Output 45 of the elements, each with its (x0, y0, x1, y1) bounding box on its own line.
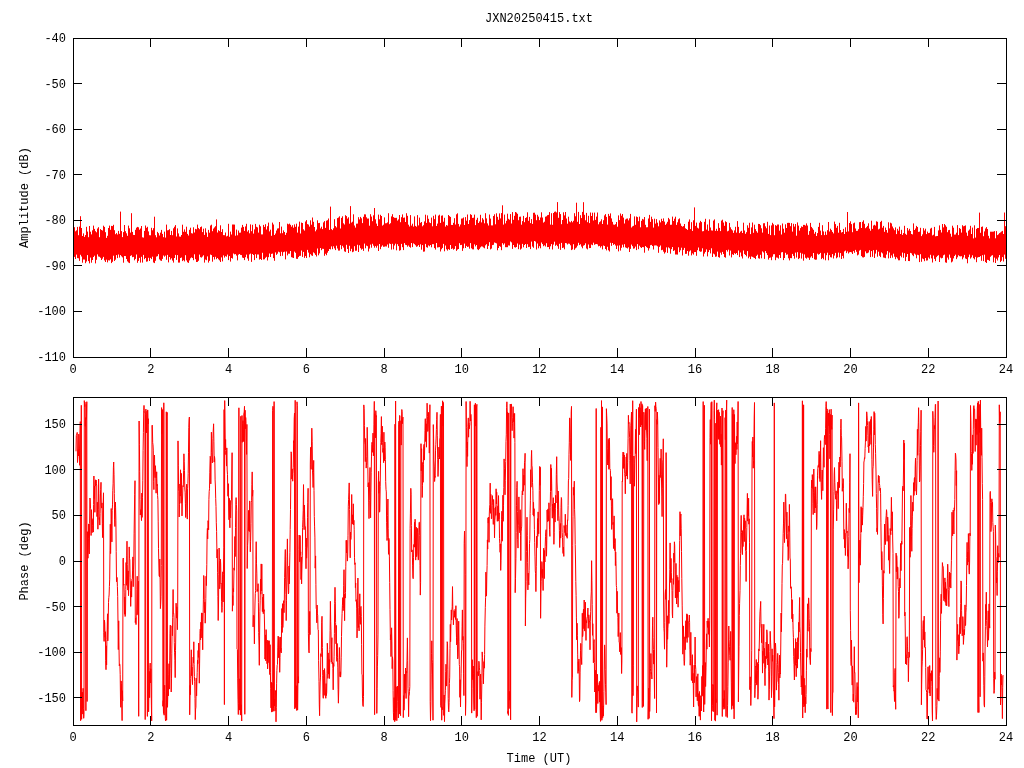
y-tick-label: -60 (44, 123, 66, 138)
y-tick-label: 50 (51, 509, 66, 524)
x-tick-label: 24 (998, 731, 1014, 745)
y-tick-label: -80 (44, 214, 66, 229)
y-tick-label: -50 (44, 600, 66, 615)
x-tick-label: 2 (147, 363, 155, 377)
y-tick-label: -100 (37, 305, 66, 320)
y-tick-label: -40 (44, 32, 66, 46)
x-tick-label: 14 (610, 363, 625, 377)
x-tick-label: 16 (687, 731, 703, 745)
plot-title: JXN20250415.txt (485, 12, 593, 26)
x-tick-label: 6 (302, 731, 310, 745)
x-tick-label: 10 (454, 363, 469, 377)
x-axis-label: Time (UT) (506, 752, 572, 766)
x-tick-label: 22 (921, 731, 936, 745)
y-tick-label: -110 (37, 351, 66, 365)
x-tick-label: 20 (843, 363, 858, 377)
y-tick-label: 100 (44, 463, 66, 478)
y-tick-label: 0 (58, 555, 66, 569)
x-tick-label: 18 (765, 731, 780, 745)
y-axis-label: Phase (deg) (18, 521, 32, 601)
y-tick-label: -90 (44, 259, 66, 274)
x-tick-label: 12 (532, 363, 547, 377)
y-tick-label: -100 (37, 646, 66, 661)
x-tick-label: 14 (610, 731, 625, 745)
y-tick-label: 150 (44, 418, 66, 433)
x-tick-label: 22 (921, 363, 936, 377)
x-tick-label: 0 (69, 731, 77, 745)
x-tick-label: 4 (224, 363, 233, 377)
x-tick-label: 24 (998, 363, 1014, 377)
x-tick-label: 12 (532, 731, 547, 745)
y-tick-label: -50 (44, 77, 66, 92)
x-tick-label: 8 (380, 731, 388, 745)
x-tick-label: 18 (765, 363, 780, 377)
x-tick-label: 2 (147, 731, 155, 745)
y-axis-label: Amplitude (dB) (18, 147, 32, 248)
x-tick-label: 8 (380, 363, 388, 377)
x-tick-label: 6 (302, 363, 310, 377)
x-tick-label: 10 (454, 731, 469, 745)
x-tick-label: 16 (687, 363, 703, 377)
x-tick-label: 4 (224, 731, 233, 745)
x-tick-label: 20 (843, 731, 858, 745)
x-tick-label: 0 (69, 363, 77, 377)
y-tick-label: -150 (37, 691, 66, 706)
y-tick-label: -70 (44, 168, 66, 183)
